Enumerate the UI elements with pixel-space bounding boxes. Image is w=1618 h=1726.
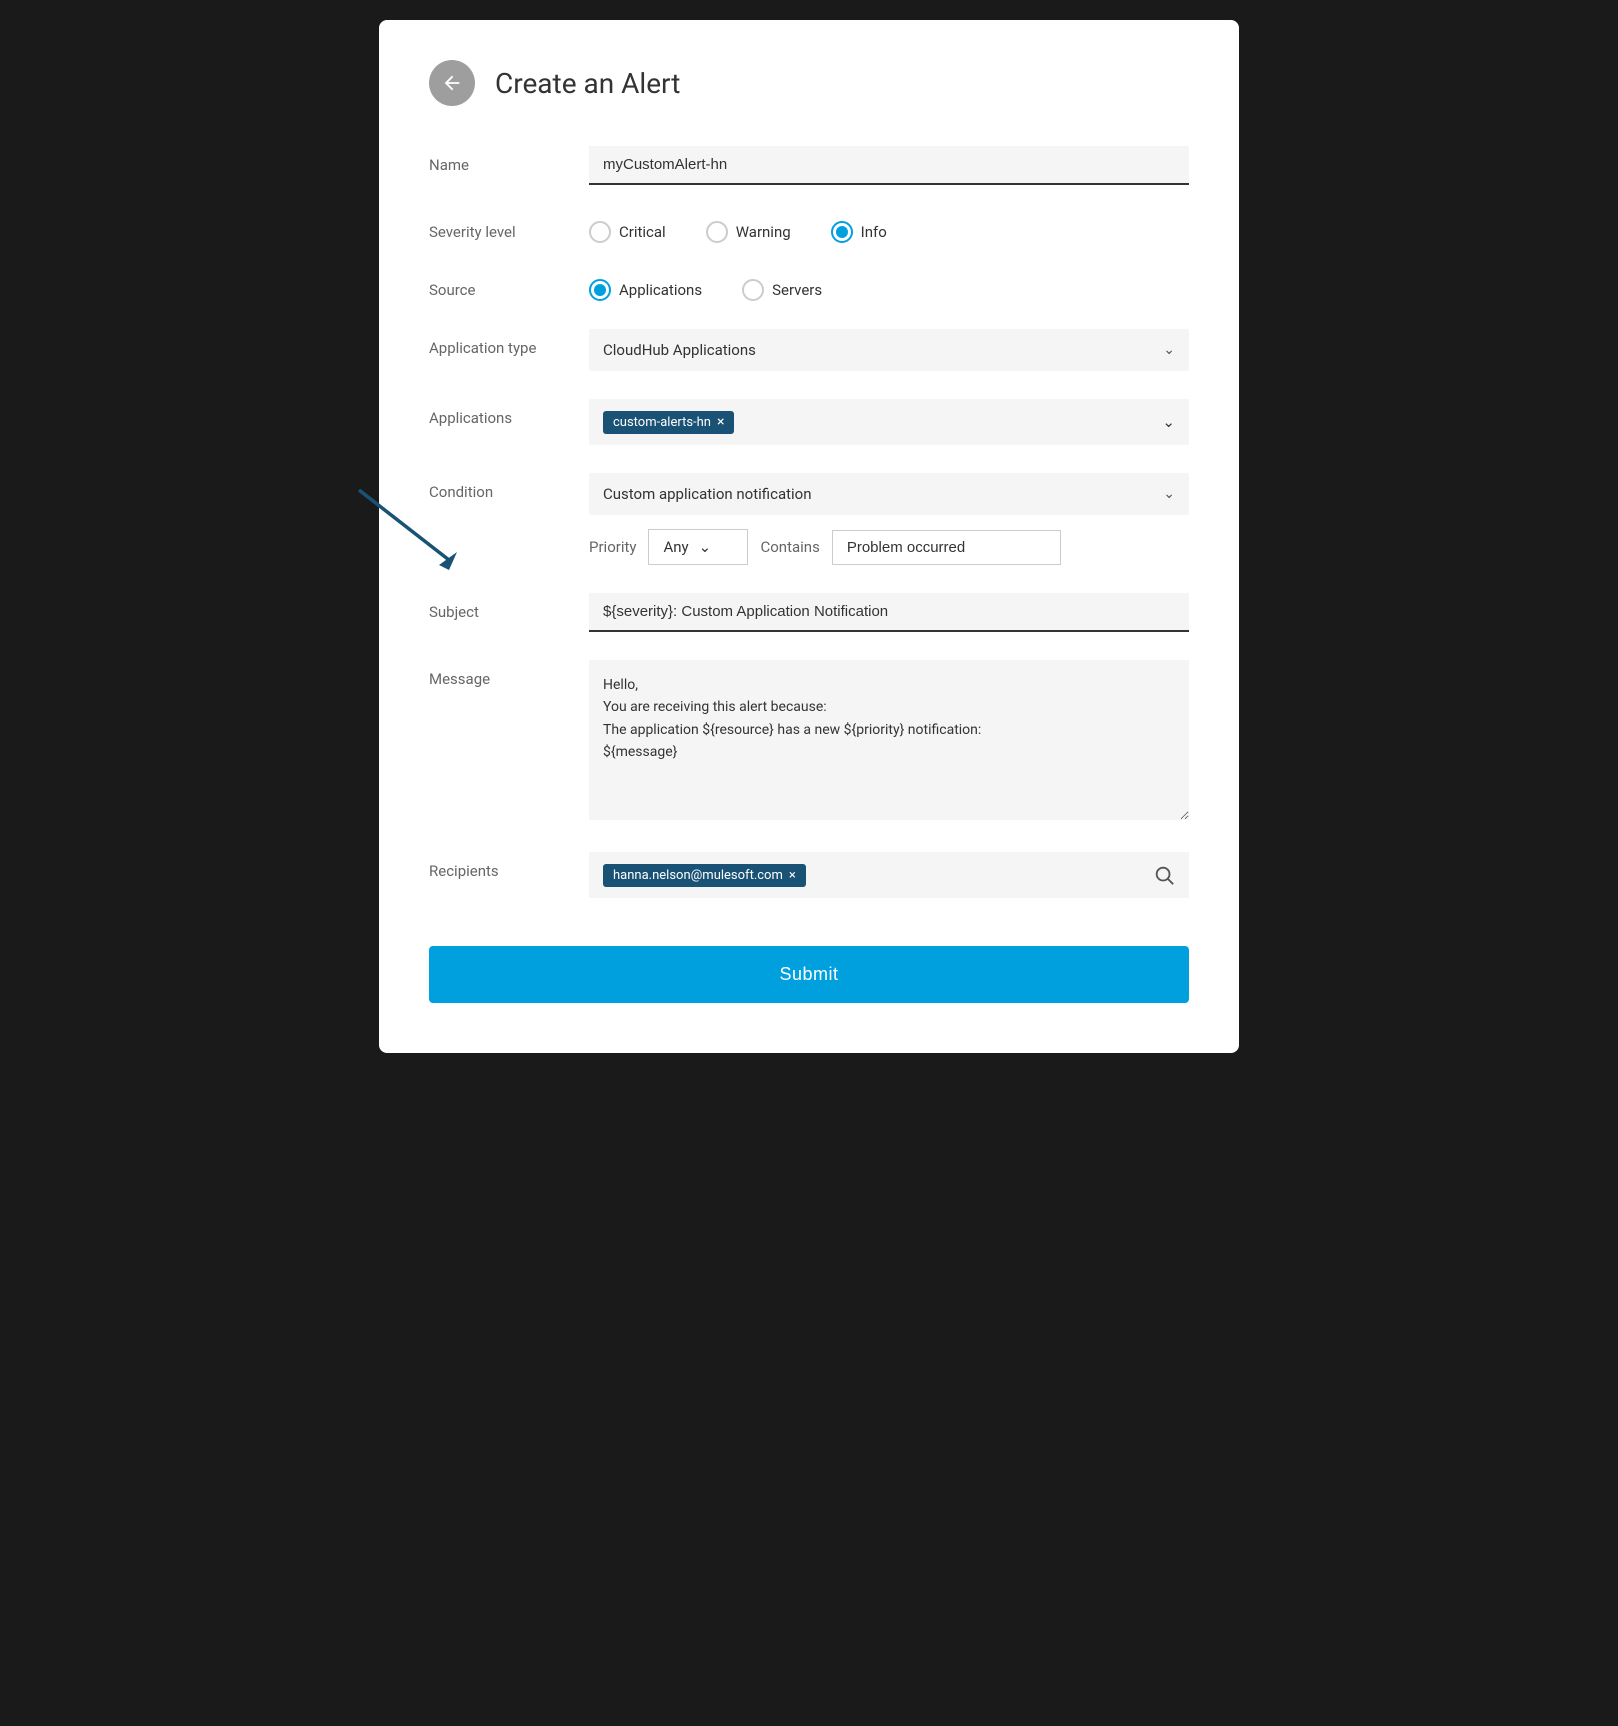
message-control xyxy=(589,660,1189,824)
message-textarea[interactable] xyxy=(589,660,1189,820)
applications-row: Applications custom-alerts-hn × ⌄ xyxy=(429,399,1189,445)
severity-info-radio[interactable] xyxy=(831,221,853,243)
recipient-tag: hanna.nelson@mulesoft.com × xyxy=(603,864,806,887)
message-row: Message xyxy=(429,660,1189,824)
page-title: Create an Alert xyxy=(495,67,680,100)
condition-dropdown[interactable]: Custom application notification ⌄ xyxy=(589,473,1189,515)
subject-input[interactable] xyxy=(589,593,1189,632)
severity-info-label: Info xyxy=(861,223,887,241)
severity-row: Severity level Critical Warning Info xyxy=(429,213,1189,243)
source-applications-option[interactable]: Applications xyxy=(589,279,702,301)
applications-tag-value: custom-alerts-hn xyxy=(613,415,711,430)
source-applications-radio[interactable] xyxy=(589,279,611,301)
applications-label: Applications xyxy=(429,399,589,427)
back-button[interactable] xyxy=(429,60,475,106)
condition-value: Custom application notification xyxy=(603,485,812,503)
condition-row: Condition Custom application notificatio… xyxy=(429,473,1189,565)
app-type-row: Application type CloudHub Applications ⌄ xyxy=(429,329,1189,371)
name-row: Name xyxy=(429,146,1189,185)
priority-chevron-icon: ⌄ xyxy=(699,538,712,556)
source-servers-label: Servers xyxy=(772,281,822,299)
source-servers-radio[interactable] xyxy=(742,279,764,301)
app-type-chevron-icon: ⌄ xyxy=(1163,342,1175,358)
severity-critical-label: Critical xyxy=(619,223,666,241)
severity-critical-radio[interactable] xyxy=(589,221,611,243)
recipient-tag-close-icon[interactable]: × xyxy=(789,868,796,883)
condition-control: Custom application notification ⌄ Priori… xyxy=(589,473,1189,565)
severity-options: Critical Warning Info xyxy=(589,213,1189,243)
contains-input[interactable] xyxy=(832,530,1061,565)
app-type-value: CloudHub Applications xyxy=(603,341,756,359)
severity-label: Severity level xyxy=(429,213,589,241)
subject-row: Subject xyxy=(429,593,1189,632)
create-alert-card: Create an Alert Name Severity level Crit… xyxy=(379,20,1239,1053)
priority-label: Priority xyxy=(589,538,636,556)
priority-value: Any xyxy=(663,538,688,556)
condition-chevron-icon: ⌄ xyxy=(1163,486,1175,502)
recipients-row: Recipients hanna.nelson@mulesoft.com × xyxy=(429,852,1189,898)
source-applications-label: Applications xyxy=(619,281,702,299)
search-icon xyxy=(1153,864,1175,886)
recipient-tag-value: hanna.nelson@mulesoft.com xyxy=(613,868,783,883)
source-label: Source xyxy=(429,271,589,299)
message-label: Message xyxy=(429,660,589,688)
submit-button[interactable]: Submit xyxy=(429,946,1189,1003)
app-type-control: CloudHub Applications ⌄ xyxy=(589,329,1189,371)
source-servers-option[interactable]: Servers xyxy=(742,279,822,301)
priority-row: Priority Any ⌄ Contains xyxy=(589,529,1189,565)
subject-control xyxy=(589,593,1189,632)
app-type-dropdown[interactable]: CloudHub Applications ⌄ xyxy=(589,329,1189,371)
recipients-label: Recipients xyxy=(429,852,589,880)
applications-tags: custom-alerts-hn × xyxy=(603,411,734,434)
recipients-field[interactable]: hanna.nelson@mulesoft.com × xyxy=(589,852,1189,898)
severity-info-option[interactable]: Info xyxy=(831,221,887,243)
name-label: Name xyxy=(429,146,589,174)
condition-label: Condition xyxy=(429,473,589,501)
name-control xyxy=(589,146,1189,185)
applications-control: custom-alerts-hn × ⌄ xyxy=(589,399,1189,445)
back-arrow-icon xyxy=(441,72,463,94)
severity-warning-label: Warning xyxy=(736,223,791,241)
source-options: Applications Servers xyxy=(589,271,1189,301)
source-row: Source Applications Servers xyxy=(429,271,1189,301)
contains-label: Contains xyxy=(760,538,819,556)
subject-label: Subject xyxy=(429,593,589,621)
recipients-control: hanna.nelson@mulesoft.com × xyxy=(589,852,1189,898)
recipients-search-button[interactable] xyxy=(1153,864,1175,886)
applications-tag-close-icon[interactable]: × xyxy=(717,415,724,429)
applications-tag: custom-alerts-hn × xyxy=(603,411,734,434)
severity-warning-radio[interactable] xyxy=(706,221,728,243)
name-input[interactable] xyxy=(589,146,1189,185)
page-header: Create an Alert xyxy=(429,60,1189,106)
applications-chevron-icon: ⌄ xyxy=(1162,413,1175,431)
severity-critical-option[interactable]: Critical xyxy=(589,221,666,243)
priority-dropdown[interactable]: Any ⌄ xyxy=(648,529,748,565)
app-type-label: Application type xyxy=(429,329,589,357)
applications-dropdown[interactable]: custom-alerts-hn × ⌄ xyxy=(589,399,1189,445)
severity-warning-option[interactable]: Warning xyxy=(706,221,791,243)
